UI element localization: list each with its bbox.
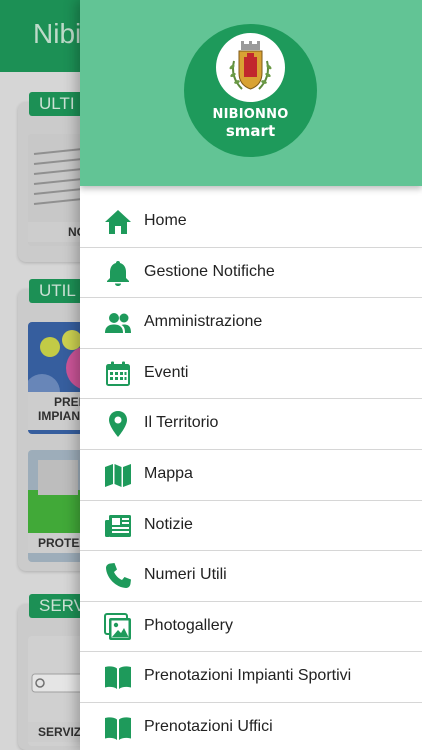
menu-label-useful-numbers: Numeri Utili — [144, 566, 227, 584]
map-pin-icon — [104, 410, 132, 438]
people-icon — [104, 309, 132, 337]
drawer-header: NIBIONNO smart — [80, 0, 422, 186]
menu-label-events: Eventi — [144, 363, 189, 381]
logo-sub-text: smart — [225, 122, 276, 140]
menu-label-administration: Amministrazione — [144, 313, 263, 331]
drawer-menu: Home Gestione Notifiche Amministrazione … — [80, 197, 422, 750]
menu-label-map: Mappa — [144, 464, 193, 482]
menu-item-map[interactable]: Mappa — [80, 450, 422, 501]
menu-label-territory: Il Territorio — [144, 414, 219, 432]
menu-item-photogallery[interactable]: Photogallery — [80, 602, 422, 653]
navigation-drawer: NIBIONNO smart Home Gestione Notifiche A… — [80, 0, 422, 750]
menu-item-notifications[interactable]: Gestione Notifiche — [80, 248, 422, 299]
map-icon — [104, 461, 132, 489]
menu-label-news: Notizie — [144, 515, 193, 533]
menu-item-events[interactable]: Eventi — [80, 349, 422, 400]
newspaper-icon — [104, 512, 132, 540]
menu-item-home[interactable]: Home — [80, 197, 422, 248]
logo-name-text: NIBIONNO — [212, 107, 289, 122]
menu-label-home: Home — [144, 212, 187, 229]
menu-label-sports-booking: Prenotazioni Impianti Sportivi — [144, 667, 352, 685]
menu-item-sports-booking[interactable]: Prenotazioni Impianti Sportivi — [80, 652, 422, 703]
images-icon — [104, 612, 132, 641]
menu-item-useful-numbers[interactable]: Numeri Utili — [80, 551, 422, 602]
coat-of-arms-icon — [216, 33, 285, 102]
menu-item-news[interactable]: Notizie — [80, 501, 422, 552]
calendar-icon — [104, 360, 132, 388]
book-icon — [104, 714, 132, 742]
bell-icon — [104, 259, 132, 287]
app-logo: NIBIONNO smart — [184, 24, 317, 157]
menu-item-office-booking[interactable]: Prenotazioni Uffici — [80, 703, 422, 750]
menu-item-administration[interactable]: Amministrazione — [80, 298, 422, 349]
book-icon — [104, 663, 132, 691]
menu-label-office-booking: Prenotazioni Uffici — [144, 717, 273, 735]
menu-label-photogallery: Photogallery — [144, 616, 233, 634]
menu-label-notifications: Gestione Notifiche — [144, 262, 275, 280]
home-icon — [104, 208, 132, 236]
phone-icon — [104, 562, 132, 590]
menu-item-territory[interactable]: Il Territorio — [80, 399, 422, 450]
